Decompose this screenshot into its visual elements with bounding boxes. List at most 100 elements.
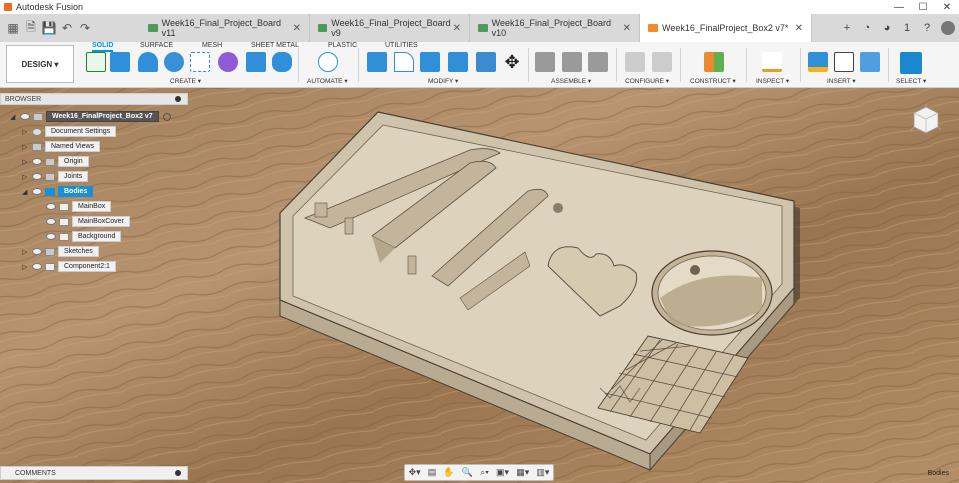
insert-derive-icon[interactable] — [808, 52, 828, 72]
configure-group-label[interactable]: CONFIGURE ▾ — [625, 77, 669, 85]
as-built-joint-icon[interactable] — [588, 52, 608, 72]
eye-icon[interactable] — [46, 233, 56, 240]
grid-menu-icon[interactable]: ▦ — [4, 18, 22, 38]
tab-surface[interactable]: SURFACE — [140, 42, 173, 49]
collapse-arrow-icon[interactable]: ▷ — [22, 263, 32, 271]
maximize-icon[interactable]: ☐ — [911, 0, 935, 14]
tree-item-mainboxcover[interactable]: MainBoxCover — [46, 215, 130, 228]
tab-solid[interactable]: SOLID — [92, 42, 114, 52]
construct-group-label[interactable]: CONSTRUCT ▾ — [690, 77, 736, 85]
insert-canvas-icon[interactable] — [860, 52, 880, 72]
orbit-icon[interactable]: ✥▾ — [409, 467, 421, 478]
automate-icon[interactable] — [318, 52, 338, 72]
eye-icon[interactable] — [32, 173, 42, 180]
press-pull-icon[interactable] — [367, 52, 387, 72]
eye-icon[interactable] — [46, 203, 56, 210]
pattern-icon[interactable] — [190, 52, 210, 72]
eye-icon[interactable] — [46, 218, 56, 225]
job-status-icon[interactable]: ◕ — [877, 18, 897, 38]
tree-item-component[interactable]: ▷ Component2:1 — [22, 260, 116, 273]
close-icon[interactable]: ✕ — [623, 23, 631, 34]
tree-item-mainbox[interactable]: MainBox — [46, 200, 112, 213]
revolve-icon[interactable] — [138, 52, 158, 72]
chamfer-icon[interactable] — [420, 52, 440, 72]
pin-icon[interactable] — [175, 96, 181, 102]
eye-icon[interactable] — [32, 188, 42, 195]
move-icon[interactable]: ✥ — [502, 52, 522, 72]
tab-plastic[interactable]: PLASTIC — [328, 42, 357, 49]
create-sketch-icon[interactable] — [86, 52, 106, 72]
tree-item-origin[interactable]: ▷ Origin — [22, 155, 89, 168]
construct-plane-icon[interactable] — [704, 52, 724, 72]
save-icon[interactable]: 💾 — [40, 18, 58, 38]
select-arrow-icon[interactable] — [900, 52, 922, 74]
comments-panel[interactable]: COMMENTS — [0, 466, 188, 480]
help-icon[interactable]: ? — [917, 18, 937, 38]
measure-icon[interactable] — [762, 52, 782, 72]
tab-utilities[interactable]: UTILITIES — [385, 42, 418, 49]
activate-radio-icon[interactable] — [162, 112, 171, 121]
close-icon[interactable]: ✕ — [935, 0, 959, 14]
collapse-arrow-icon[interactable]: ▷ — [22, 143, 32, 151]
combine-icon[interactable] — [476, 52, 496, 72]
redo-icon[interactable]: ↷ — [76, 18, 94, 38]
new-component-icon[interactable] — [535, 52, 555, 72]
zoom-icon[interactable]: 🔍 — [462, 467, 473, 478]
expand-arrow-icon[interactable]: ◢ — [10, 113, 20, 121]
collapse-arrow-icon[interactable]: ▷ — [22, 128, 32, 136]
eye-icon[interactable] — [32, 248, 42, 255]
fillet-icon[interactable] — [394, 52, 414, 72]
create-group-label[interactable]: CREATE ▾ — [170, 77, 201, 85]
cylinder-icon[interactable] — [272, 52, 292, 72]
notification-count[interactable]: 1 — [897, 18, 917, 38]
canvas-viewport[interactable] — [0, 88, 959, 483]
inspect-group-label[interactable]: INSPECT ▾ — [756, 77, 789, 85]
configure-icon[interactable] — [625, 52, 645, 72]
close-icon[interactable]: ✕ — [795, 23, 803, 34]
pan-icon[interactable]: ✋ — [443, 467, 454, 478]
tab-document-active[interactable]: Week16_FinalProject_Box2 v7* ✕ — [640, 14, 812, 42]
account-avatar[interactable] — [941, 21, 955, 35]
tab-sheet-metal[interactable]: SHEET METAL — [251, 42, 299, 49]
browser-header[interactable]: BROWSER — [0, 93, 188, 105]
box-icon[interactable] — [246, 52, 266, 72]
tab-mesh[interactable]: MESH — [202, 42, 222, 49]
collapse-arrow-icon[interactable]: ▷ — [22, 173, 32, 181]
tree-item-bodies[interactable]: ◢ Bodies — [22, 185, 94, 198]
display-settings-icon[interactable]: ▣▾ — [496, 467, 509, 478]
pin-icon[interactable] — [175, 470, 181, 476]
select-group-label[interactable]: SELECT ▾ — [896, 77, 926, 85]
collapse-arrow-icon[interactable]: ▷ — [22, 158, 32, 166]
expand-arrow-icon[interactable]: ◢ — [22, 188, 32, 196]
automate-group-label[interactable]: AUTOMATE ▾ — [307, 77, 348, 85]
extrude-icon[interactable] — [110, 52, 130, 72]
view-cube[interactable] — [908, 103, 942, 137]
hole-icon[interactable] — [164, 52, 184, 72]
assemble-group-label[interactable]: ASSEMBLE ▾ — [551, 77, 591, 85]
insert-mesh-icon[interactable] — [834, 52, 854, 72]
viewports-icon[interactable]: ▥▾ — [536, 467, 549, 478]
configure-table-icon[interactable] — [652, 52, 672, 72]
grid-settings-icon[interactable]: ▦▾ — [516, 467, 529, 478]
collapse-arrow-icon[interactable]: ▷ — [22, 248, 32, 256]
tree-item-named-views[interactable]: ▷ Named Views — [22, 140, 101, 153]
workspace-switcher[interactable]: DESIGN ▾ — [6, 45, 74, 83]
eye-icon[interactable] — [20, 113, 30, 120]
file-icon[interactable]: 🗎 — [22, 18, 40, 38]
tab-document-3[interactable]: Week16_Final_Project_Board v10 ✕ — [470, 14, 640, 42]
joint-icon[interactable] — [562, 52, 582, 72]
new-tab-icon[interactable]: + — [837, 18, 857, 38]
tree-item-joints[interactable]: ▷ Joints — [22, 170, 89, 183]
undo-icon[interactable]: ↶ — [58, 18, 76, 38]
tree-item-sketches[interactable]: ▷ Sketches — [22, 245, 99, 258]
close-icon[interactable]: ✕ — [453, 23, 461, 34]
eye-icon[interactable] — [32, 263, 42, 270]
extensions-icon[interactable]: ◔ — [857, 18, 877, 38]
modify-group-label[interactable]: MODIFY ▾ — [428, 77, 458, 85]
close-icon[interactable]: ✕ — [293, 23, 301, 34]
zoom-window-icon[interactable]: ⌕▾ — [480, 467, 489, 478]
tree-item-background[interactable]: Background — [46, 230, 122, 243]
shell-icon[interactable] — [448, 52, 468, 72]
tree-item-document-settings[interactable]: ▷ Document Settings — [22, 125, 117, 138]
form-icon[interactable] — [218, 52, 238, 72]
